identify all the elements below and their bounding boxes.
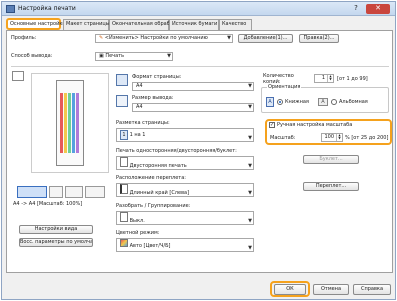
restore-defaults-button[interactable]: Восс. параметры по умолчанию [19, 238, 93, 247]
binding-icon [120, 184, 128, 194]
view-settings-button[interactable]: Настройки вида [19, 225, 93, 234]
window-title: Настройка печати [18, 5, 76, 12]
chevron-down-icon: ▼ [227, 35, 231, 41]
page-size-value: A4 [136, 83, 143, 89]
page-layout-label: Разметка страницы: [116, 120, 170, 126]
scale-label: Масштаб: [270, 135, 296, 141]
title-bar: Настройка печати ? ✕ [2, 2, 395, 16]
color-mode-select[interactable]: Авто [Цвет/Ч/Б] ▼ [116, 238, 254, 252]
cancel-button[interactable]: Отмена [313, 284, 349, 295]
chevron-down-icon: ▼ [248, 245, 252, 251]
portrait-icon: A [266, 97, 274, 107]
output-size-icon [116, 95, 128, 107]
divider [11, 66, 389, 67]
output-size-label: Размер вывода: [132, 95, 174, 101]
preview-stripe [64, 93, 67, 153]
chevron-down-icon: ▼ [167, 53, 171, 59]
duplex-label: Печать односторонняя/двусторонняя/буклет… [116, 148, 237, 154]
printer-app-icon [6, 5, 15, 13]
chevron-down-icon: ▼ [248, 83, 252, 89]
gutter-button[interactable]: Переплет... [303, 182, 359, 191]
ok-button[interactable]: ОК [274, 284, 306, 295]
binding-value: Длинный край [Слева] [129, 190, 190, 196]
close-icon[interactable]: ✕ [366, 4, 390, 14]
page-preview [31, 73, 109, 173]
chevron-down-icon: ▼ [248, 135, 252, 141]
preview-stripe [72, 93, 75, 153]
output-size-select[interactable]: A4 ▼ [132, 103, 254, 112]
chevron-down-icon: ▼ [248, 163, 252, 169]
landscape-radio[interactable] [331, 99, 337, 105]
add-profile-button[interactable]: Добавление(1)... [238, 34, 293, 43]
page-layout-value: 1 на 1 [129, 132, 146, 138]
color-mode-value: Авто [Цвет/Ч/Б] [129, 243, 171, 249]
scale-range: % [от 25 до 200] [345, 135, 389, 141]
tab-quality[interactable]: Качество [219, 19, 252, 30]
preview-mode-icon[interactable] [12, 71, 24, 81]
page-size-select[interactable]: A4 ▼ [132, 82, 254, 91]
tab-basic-settings[interactable]: Основные настройки [6, 18, 66, 30]
output-size-value: A4 [136, 104, 143, 110]
manual-scaling-checkbox[interactable]: ✓ [269, 122, 275, 128]
edit-profile-button[interactable]: Правка(2)... [299, 34, 339, 43]
tab-page-layout[interactable]: Макет страницы [63, 19, 110, 30]
preview-page [56, 80, 84, 166]
layout-mode-button[interactable] [17, 186, 47, 198]
chevron-down-icon: ▼ [248, 218, 252, 224]
landscape-icon: A [318, 98, 328, 106]
duplex-icon [120, 157, 128, 167]
layout-mode-button[interactable] [65, 186, 83, 198]
binding-select[interactable]: Длинный край [Слева] ▼ [116, 183, 254, 197]
booklet-button[interactable]: Буклет... [303, 155, 359, 164]
color-mode-icon [120, 239, 128, 247]
output-method-label: Способ вывода: [11, 53, 53, 59]
preview-status: A4 -> A4 [Масштаб: 100%] [13, 201, 83, 207]
spinner-arrows-icon[interactable]: ▲ ▼ [327, 75, 333, 82]
color-mode-label: Цветной режим: [116, 230, 160, 236]
collate-value: Выкл. [129, 218, 145, 224]
collate-label: Разобрать / Группирование: [116, 203, 191, 209]
manual-scaling-label: Ручная настройка масштаба [277, 122, 353, 128]
tab-panel: Профиль: ✎ <Изменить> Настройки по умолч… [6, 30, 393, 273]
landscape-label: Альбомная [339, 99, 368, 105]
one-page-icon: 1 [120, 130, 128, 140]
page-layout-select[interactable]: 1 1 на 1 ▼ [116, 128, 254, 142]
preview-stripe [76, 93, 79, 153]
collate-select[interactable]: Выкл. ▼ [116, 211, 254, 225]
copies-value: 1 [321, 75, 325, 81]
binding-label: Расположение переплета: [116, 175, 186, 181]
page-size-icon [116, 74, 128, 86]
tab-paper-source[interactable]: Источник бумаги [169, 19, 219, 30]
spinner-arrows-icon[interactable]: ▲ ▼ [336, 134, 342, 141]
help-title-icon[interactable]: ? [350, 4, 362, 14]
layout-mode-button[interactable] [49, 186, 63, 198]
profile-select[interactable]: ✎ <Изменить> Настройки по умолчанию ▼ [95, 34, 233, 43]
output-method-value: Печать [105, 53, 125, 59]
copies-spinner[interactable]: 1 ▲ ▼ [314, 74, 334, 83]
chevron-down-icon: ▼ [248, 190, 252, 196]
collate-icon [120, 212, 128, 222]
profile-label: Профиль: [11, 35, 37, 41]
help-button[interactable]: Справка [353, 284, 391, 295]
scale-value: 100 [324, 134, 334, 140]
output-method-select[interactable]: ▣ Печать ▼ [95, 52, 173, 61]
preview-stripe [60, 93, 63, 153]
portrait-radio[interactable] [277, 99, 283, 105]
portrait-label: Книжная [285, 99, 309, 105]
duplex-value: Двусторонняя печать [129, 163, 187, 169]
scale-spinner[interactable]: 100 ▲ ▼ [321, 133, 343, 142]
print-settings-window: Настройка печати ? ✕ Основные настройки … [1, 1, 396, 300]
page-size-label: Формат страницы: [132, 74, 182, 80]
profile-value: <Изменить> Настройки по умолчанию [104, 35, 208, 41]
layout-mode-button[interactable] [85, 186, 105, 198]
tab-finishing[interactable]: Окончательная обработка [109, 19, 182, 30]
preview-stripe [68, 93, 71, 153]
orientation-label: Ориентация [267, 84, 302, 90]
duplex-select[interactable]: Двусторонняя печать ▼ [116, 156, 254, 170]
chevron-down-icon: ▼ [248, 104, 252, 110]
copies-range: [от 1 до 99] [337, 76, 368, 82]
